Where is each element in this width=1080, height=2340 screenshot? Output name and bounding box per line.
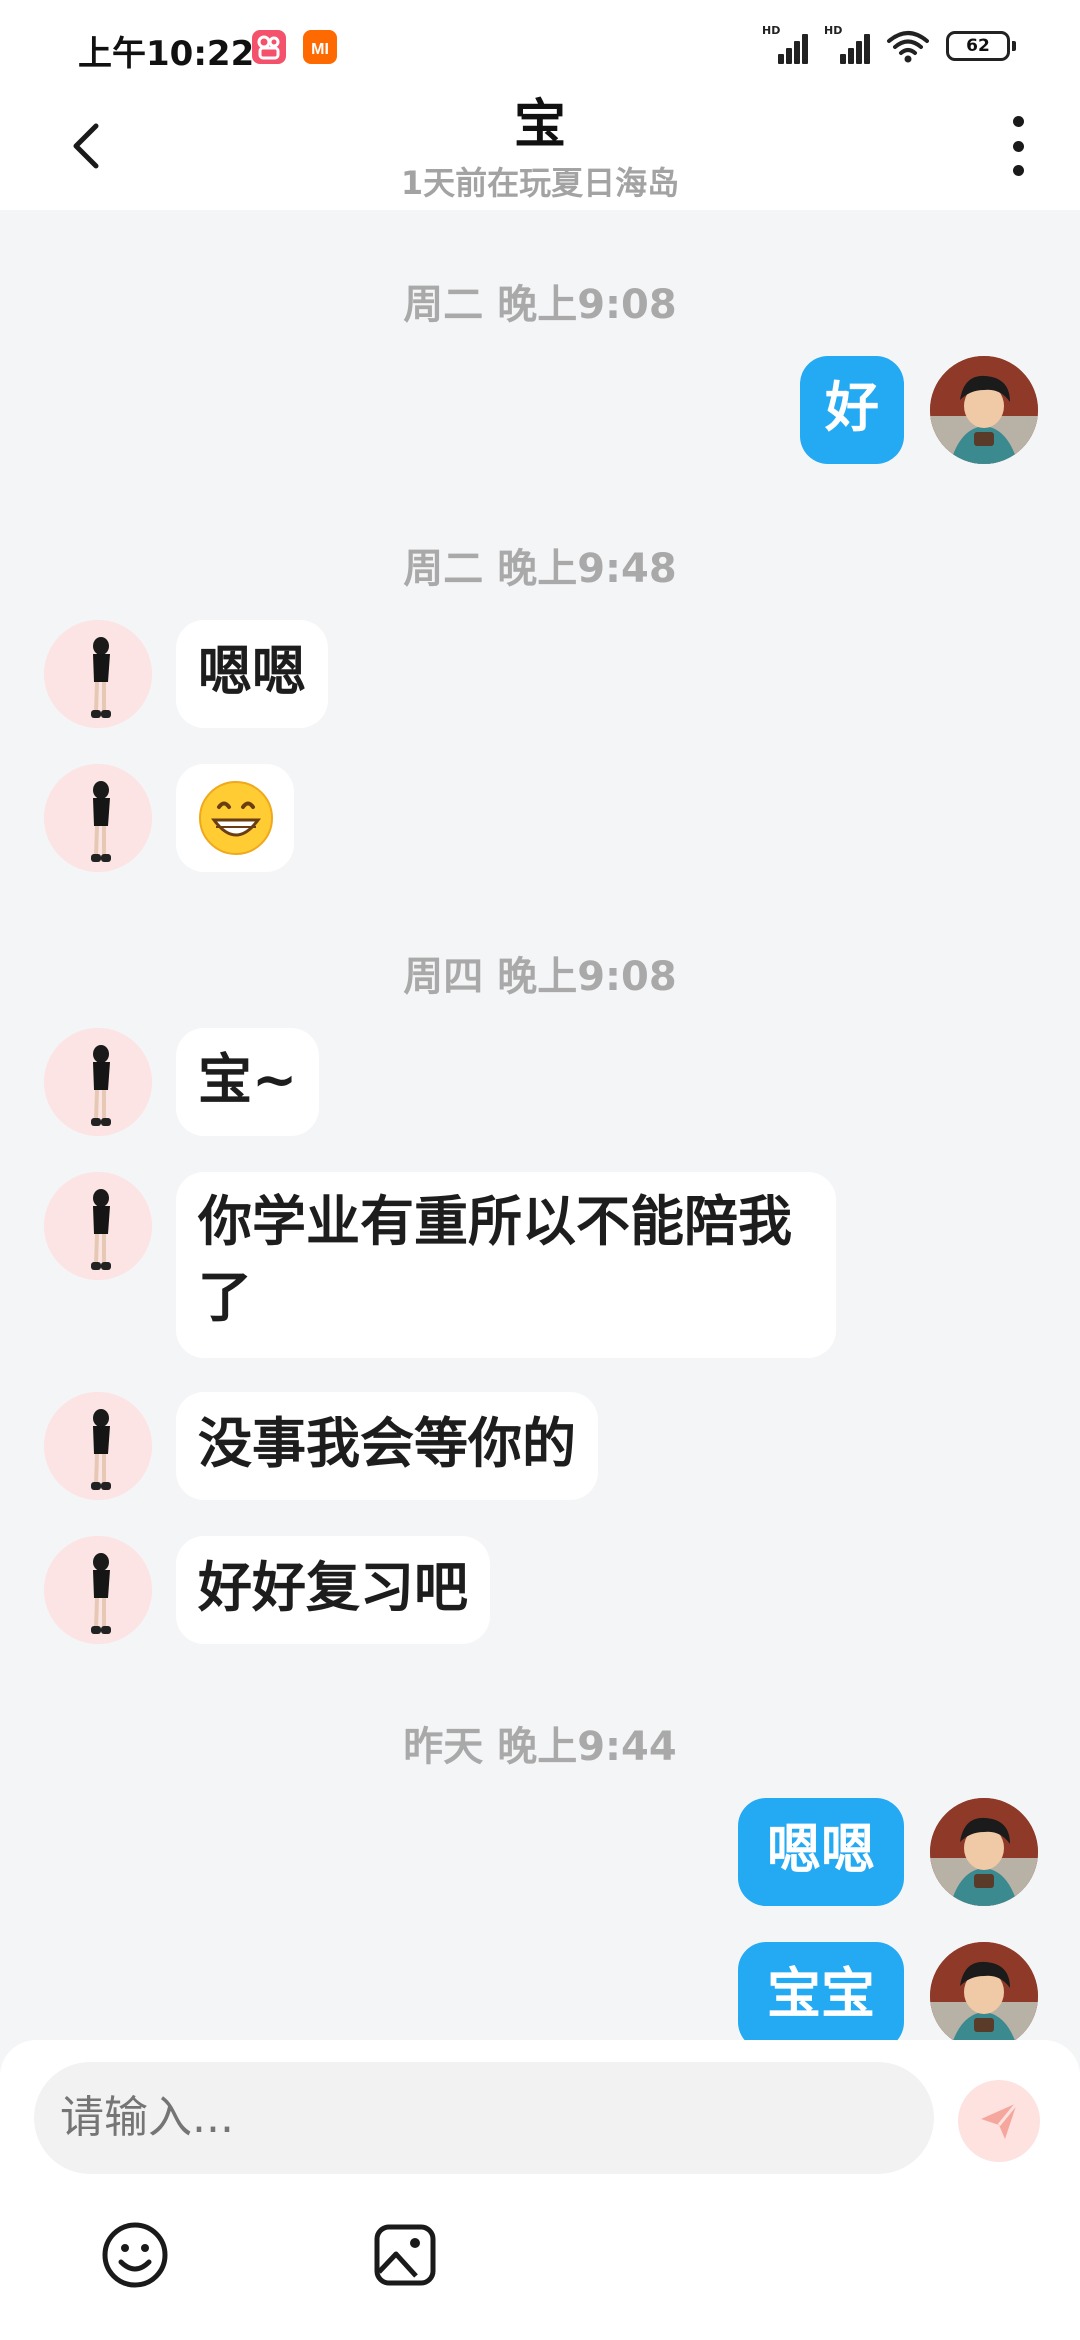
message-bubble-in[interactable]: 😁 <box>176 764 294 872</box>
status-time: 上午10:22 <box>78 34 255 74</box>
message-bubble-in[interactable]: 没事我会等你的 <box>176 1392 598 1500</box>
avatar[interactable] <box>44 1028 152 1136</box>
message-bubble-in[interactable]: 宝~ <box>176 1028 320 1136</box>
avatar[interactable] <box>44 620 152 728</box>
avatar[interactable] <box>44 764 152 872</box>
avatar[interactable] <box>44 1536 152 1644</box>
more-vertical-icon[interactable] <box>998 116 1038 176</box>
avatar[interactable] <box>930 1798 1038 1906</box>
message-timestamp: 周四 晚上9:08 <box>403 954 677 1000</box>
message-bubble-in[interactable]: 嗯嗯 <box>176 620 328 728</box>
message-input[interactable] <box>34 2062 934 2174</box>
message-timestamp: 昨天 晚上9:44 <box>403 1724 677 1770</box>
signal-icon: HD <box>762 24 808 64</box>
wifi-icon <box>886 29 930 63</box>
chat-header: 宝 1天前在玩夏日海岛 <box>0 95 1080 210</box>
avatar[interactable] <box>44 1172 152 1280</box>
message-bubble-out[interactable]: 宝宝 <box>738 1942 904 2050</box>
send-icon[interactable] <box>958 2080 1040 2162</box>
battery-icon: 62 <box>946 31 1016 61</box>
image-icon[interactable] <box>370 2220 440 2290</box>
composer <box>0 2040 1080 2340</box>
chat-title: 宝 <box>513 95 566 155</box>
message-bubble-in[interactable]: 你学业有重所以不能陪我了 <box>176 1172 836 1358</box>
emoji-icon[interactable] <box>100 2220 170 2290</box>
battery-level: 62 <box>966 36 990 56</box>
message-bubble-in[interactable]: 好好复习吧 <box>176 1536 490 1644</box>
message-bubble-out[interactable]: 嗯嗯 <box>738 1798 904 1906</box>
chat-subtitle: 1天前在玩夏日海岛 <box>400 164 680 202</box>
avatar[interactable] <box>44 1392 152 1500</box>
avatar[interactable] <box>930 1942 1038 2050</box>
mi-icon: MI <box>303 30 337 64</box>
signal-icon: HD <box>824 24 870 64</box>
avatar[interactable] <box>930 356 1038 464</box>
message-bubble-out[interactable]: 好 <box>800 356 904 464</box>
kuaishou-icon <box>252 30 286 64</box>
svg-text:MI: MI <box>311 41 329 58</box>
emoji-grin-icon <box>198 780 274 856</box>
message-timestamp: 周二 晚上9:08 <box>403 282 677 328</box>
message-timestamp: 周二 晚上9:48 <box>403 546 677 592</box>
